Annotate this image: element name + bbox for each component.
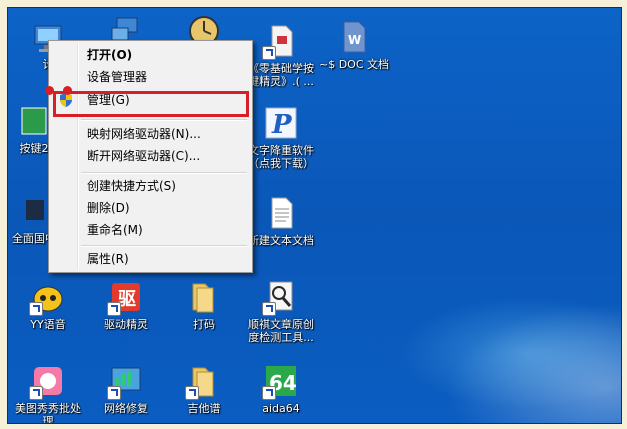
- wenzi-desktop-icon[interactable]: P 文字降重软件（点我下载）: [244, 106, 318, 170]
- svg-text:P: P: [271, 110, 293, 140]
- shunqi-desktop-icon[interactable]: 顺祺文章原创度检测工具...: [244, 280, 318, 344]
- desktop: 计 《零基础学按键精灵》.( ... W ~$ DOC 文档 按键2 P: [7, 7, 622, 424]
- text-document-icon: [264, 196, 298, 230]
- txt-desktop-icon[interactable]: 新建文本文档: [244, 196, 318, 247]
- word-document-icon: W: [337, 20, 371, 54]
- meitu-icon: [29, 364, 65, 400]
- yy-desktop-icon[interactable]: YY语音: [14, 280, 82, 331]
- jita-desktop-icon[interactable]: 吉他谱: [170, 364, 238, 415]
- screenshot-frame: 计 《零基础学按键精灵》.( ... W ~$ DOC 文档 按键2 P: [0, 0, 627, 429]
- icon-label: 美图秀秀批处理: [15, 402, 81, 424]
- dama-desktop-icon[interactable]: 打码: [170, 280, 238, 331]
- app-icon: [20, 194, 48, 228]
- shortcut-arrow-icon: [107, 302, 121, 316]
- yy-icon: [29, 280, 65, 316]
- icon-label: 新建文本文档: [248, 234, 314, 247]
- menu-item-open[interactable]: 打开(O): [79, 45, 249, 65]
- menu-item-properties[interactable]: 属性(R): [79, 249, 249, 269]
- icon-label: 顺祺文章原创度检测工具...: [248, 318, 314, 344]
- network-repair-icon: [107, 364, 143, 400]
- meitu-desktop-icon[interactable]: 美图秀秀批处理: [14, 364, 82, 424]
- icon-label: ~$ DOC 文档: [318, 58, 390, 71]
- menu-item-map-drive[interactable]: 映射网络驱动器(N)...: [79, 124, 249, 144]
- highlight-dot: [63, 86, 72, 95]
- document-shortcut-icon: [262, 24, 298, 60]
- menu-separator: [81, 245, 247, 247]
- icon-label: 文字降重软件（点我下载）: [248, 144, 314, 170]
- icon-label: 网络修复: [104, 402, 148, 415]
- highlight-box: [53, 91, 249, 117]
- menu-item-rename[interactable]: 重命名(M): [79, 220, 249, 240]
- icon-label: 《零基础学按键精灵》.( ...: [248, 62, 314, 88]
- shortcut-arrow-icon: [29, 302, 43, 316]
- icon-label: 打码: [193, 318, 215, 331]
- highlight-dot: [45, 86, 54, 95]
- menu-item-delete[interactable]: 删除(D): [79, 198, 249, 218]
- green-app-icon: [20, 104, 48, 138]
- qudong-desktop-icon[interactable]: 驱 驱动精灵: [92, 280, 160, 331]
- folder-icon: [187, 280, 221, 314]
- folder-shortcut-icon: [185, 364, 221, 400]
- shortcut-arrow-icon: [262, 46, 276, 60]
- menu-separator: [81, 172, 247, 174]
- menu-item-device-manager[interactable]: 设备管理器: [79, 67, 249, 87]
- shortcut-arrow-icon: [185, 386, 199, 400]
- menu-separator: [81, 119, 247, 121]
- magnifier-tool-icon: [262, 280, 298, 316]
- icon-label: aida64: [262, 402, 300, 415]
- shortcut-arrow-icon: [29, 386, 43, 400]
- driver-genius-icon: 驱: [107, 280, 143, 316]
- menu-item-disconnect-drive[interactable]: 断开网络驱动器(C)...: [79, 146, 249, 166]
- icon-label: YY语音: [30, 318, 66, 331]
- aida64-icon: 64: [262, 364, 298, 400]
- icon-label: 驱动精灵: [104, 318, 148, 331]
- zero-basis-desktop-icon[interactable]: 《零基础学按键精灵》.( ...: [244, 24, 318, 88]
- doc-desktop-icon[interactable]: W ~$ DOC 文档: [317, 20, 391, 71]
- icon-label: 吉他谱: [187, 402, 221, 415]
- menu-item-create-shortcut[interactable]: 创建快捷方式(S): [79, 176, 249, 196]
- shortcut-arrow-icon: [262, 386, 276, 400]
- svg-text:W: W: [348, 33, 361, 47]
- p-app-icon: P: [264, 106, 298, 140]
- wangluo-desktop-icon[interactable]: 网络修复: [92, 364, 160, 415]
- shortcut-arrow-icon: [107, 386, 121, 400]
- aida-desktop-icon[interactable]: 64 aida64: [244, 364, 318, 415]
- shortcut-arrow-icon: [262, 302, 276, 316]
- context-menu: 打开(O) 设备管理器 管理(G) 映射网络驱动器(N)... 断开网络驱动器(…: [48, 40, 253, 273]
